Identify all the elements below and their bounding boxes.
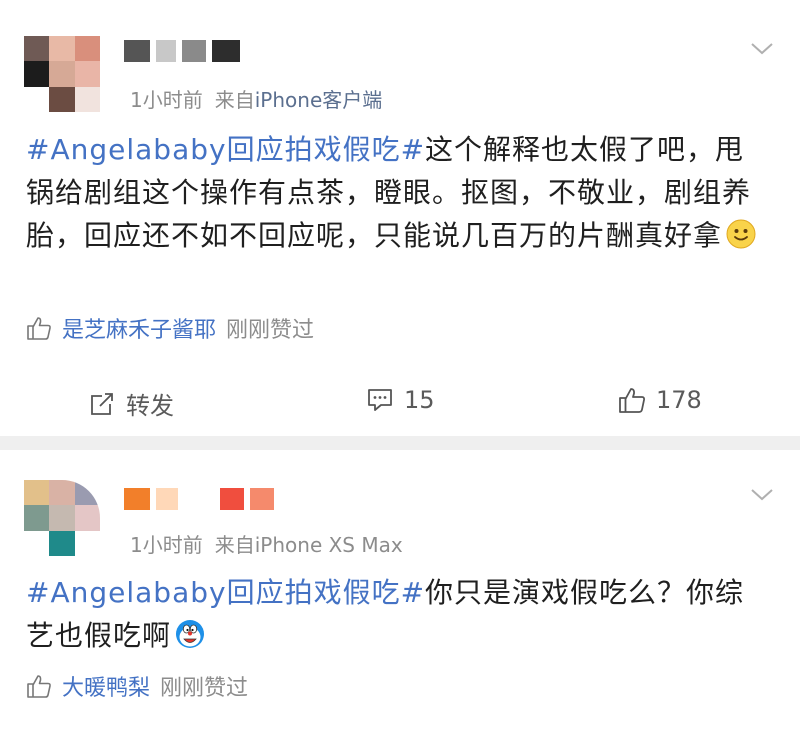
weibo-comment-1: 1小时前 来自iPhone客户端 #Angelababy回应拍戏假吃#这个解释也太…: [0, 0, 800, 436]
username-mosaic-block: [156, 488, 178, 510]
liked-by-row: 大暖鸭梨 刚刚赞过: [26, 670, 248, 702]
post-time: 1小时前: [130, 533, 203, 557]
like-count: 178: [656, 386, 702, 414]
action-bar: 转发 15 178: [0, 380, 800, 424]
avatar-mosaic-cell: [24, 505, 50, 531]
like-button[interactable]: 178: [618, 386, 702, 414]
username-mosaic-block: [250, 488, 274, 510]
avatar-mosaic-cell: [74, 505, 100, 531]
avatar-mosaic-cell: [74, 530, 100, 556]
username-obscured[interactable]: [124, 40, 240, 62]
username-mosaic-block: [220, 488, 244, 510]
comment-text: #Angelababy回应拍戏假吃#你只是演戏假吃么？你综艺也假吃啊: [26, 571, 770, 657]
chevron-down-icon[interactable]: [750, 488, 774, 502]
topic-hashtag[interactable]: #Angelababy回应拍戏假吃#: [26, 133, 425, 166]
share-icon: [91, 392, 113, 415]
avatar-mosaic-cell: [24, 61, 50, 87]
username-mosaic-block: [124, 40, 150, 62]
username-mosaic-block: [156, 40, 176, 62]
avatar-mosaic-cell: [24, 36, 50, 62]
username-mosaic-block: [212, 40, 240, 62]
thumbs-up-icon: [27, 675, 51, 698]
comment-count: 15: [404, 386, 435, 414]
comment-text: #Angelababy回应拍戏假吃#这个解释也太假了吧，甩锅给剧组这个操作有点茶…: [26, 128, 770, 257]
avatar-mosaic-cell: [49, 61, 75, 87]
section-divider: [0, 436, 800, 450]
avatar-mosaic-cell: [74, 61, 100, 87]
avatar-mosaic-cell: [74, 480, 100, 506]
username-mosaic-block: [182, 40, 206, 62]
user-avatar[interactable]: [24, 36, 100, 112]
doraemon-emoji-icon: [176, 620, 205, 648]
avatar-mosaic-cell: [74, 36, 100, 62]
username-mosaic-block: [184, 488, 214, 510]
avatar-mosaic-cell: [24, 86, 50, 112]
source-prefix: 来自: [214, 88, 255, 112]
user-avatar[interactable]: [24, 480, 100, 556]
avatar-mosaic-cell: [49, 505, 75, 531]
forward-button[interactable]: 转发: [88, 386, 174, 421]
comment-button[interactable]: 15: [366, 386, 435, 414]
avatar-mosaic-cell: [24, 530, 50, 556]
liker-name[interactable]: 是芝麻禾子酱耶: [62, 312, 216, 344]
username-mosaic-block: [124, 488, 150, 510]
topic-hashtag[interactable]: #Angelababy回应拍戏假吃#: [26, 576, 425, 609]
avatar-mosaic-cell: [49, 86, 75, 112]
liked-by-row: 是芝麻禾子酱耶 刚刚赞过: [26, 312, 314, 344]
post-meta: 1小时前 来自iPhone客户端: [130, 84, 382, 113]
liker-time: 刚刚赞过: [226, 318, 315, 343]
post-meta: 1小时前 来自iPhone XS Max: [130, 529, 403, 558]
avatar-mosaic-cell: [24, 480, 50, 506]
smile-emoji-icon: [726, 219, 756, 249]
avatar-mosaic-cell: [49, 36, 75, 62]
source-client[interactable]: iPhone XS Max: [255, 533, 403, 557]
comment-icon: [368, 389, 392, 411]
thumbs-up-icon: [619, 388, 645, 413]
forward-label: 转发: [126, 392, 174, 420]
source-client[interactable]: iPhone客户端: [255, 88, 383, 112]
source-prefix: 来自: [214, 533, 255, 557]
post-time: 1小时前: [130, 88, 203, 112]
weibo-comment-2: 1小时前 来自iPhone XS Max #Angelababy回应拍戏假吃#你只…: [0, 450, 800, 737]
thumbs-up-icon: [27, 317, 51, 340]
liker-time: 刚刚赞过: [160, 676, 249, 701]
avatar-mosaic-cell: [74, 86, 100, 112]
chevron-down-icon[interactable]: [750, 42, 774, 56]
liker-name[interactable]: 大暖鸭梨: [62, 670, 150, 702]
avatar-mosaic-cell: [49, 480, 75, 506]
avatar-mosaic-cell: [49, 530, 75, 556]
username-obscured[interactable]: [124, 488, 274, 510]
